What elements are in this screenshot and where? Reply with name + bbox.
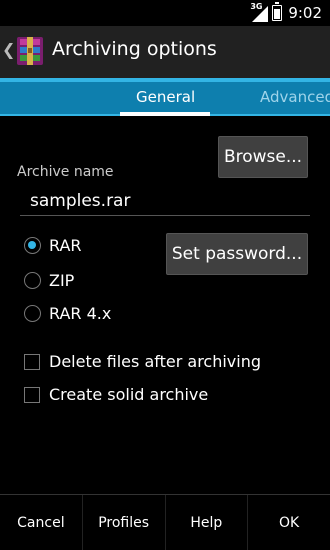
checkbox-label: Create solid archive bbox=[49, 385, 209, 404]
archive-name-label: Archive name bbox=[17, 164, 114, 180]
radio-button[interactable] bbox=[24, 305, 41, 322]
radio-button-selected[interactable] bbox=[24, 237, 41, 254]
status-icons: 3G 9:02 bbox=[250, 2, 322, 22]
battery-icon bbox=[272, 2, 283, 21]
tab-strip: General Advanced bbox=[0, 78, 330, 116]
checkbox[interactable] bbox=[24, 353, 40, 370]
format-label: RAR bbox=[49, 236, 82, 255]
format-option-rar4[interactable]: RAR 4.x bbox=[24, 304, 111, 323]
ok-button[interactable]: OK bbox=[248, 495, 330, 550]
checkbox-label: Delete files after archiving bbox=[49, 352, 262, 371]
network-type-label: 3G bbox=[250, 2, 263, 11]
format-label: RAR 4.x bbox=[49, 304, 112, 323]
browse-button[interactable]: Browse... bbox=[218, 136, 308, 178]
archive-name-input[interactable] bbox=[20, 186, 310, 216]
tab-advanced[interactable]: Advanced bbox=[260, 88, 330, 106]
signal-icon: 3G bbox=[250, 2, 269, 22]
page-title: Archiving options bbox=[52, 38, 217, 60]
action-bar: ❮ Archiving options bbox=[0, 26, 330, 78]
set-password-button[interactable]: Set password... bbox=[166, 233, 308, 275]
profiles-button[interactable]: Profiles bbox=[83, 495, 166, 550]
bottom-button-bar: Cancel Profiles Help OK bbox=[0, 494, 330, 550]
delete-files-option[interactable]: Delete files after archiving bbox=[24, 352, 261, 371]
format-option-zip[interactable]: ZIP bbox=[24, 271, 74, 290]
tab-general[interactable]: General bbox=[136, 88, 195, 106]
radio-button[interactable] bbox=[24, 272, 41, 289]
help-button[interactable]: Help bbox=[166, 495, 249, 550]
format-option-rar[interactable]: RAR bbox=[24, 236, 82, 255]
status-bar: 3G 9:02 bbox=[0, 0, 330, 26]
format-label: ZIP bbox=[49, 271, 75, 290]
checkbox[interactable] bbox=[24, 386, 40, 403]
status-time: 9:02 bbox=[288, 4, 322, 22]
cancel-button[interactable]: Cancel bbox=[0, 495, 83, 550]
tab-selected-indicator bbox=[120, 112, 210, 116]
winrar-icon[interactable] bbox=[14, 35, 46, 67]
solid-archive-option[interactable]: Create solid archive bbox=[24, 385, 208, 404]
